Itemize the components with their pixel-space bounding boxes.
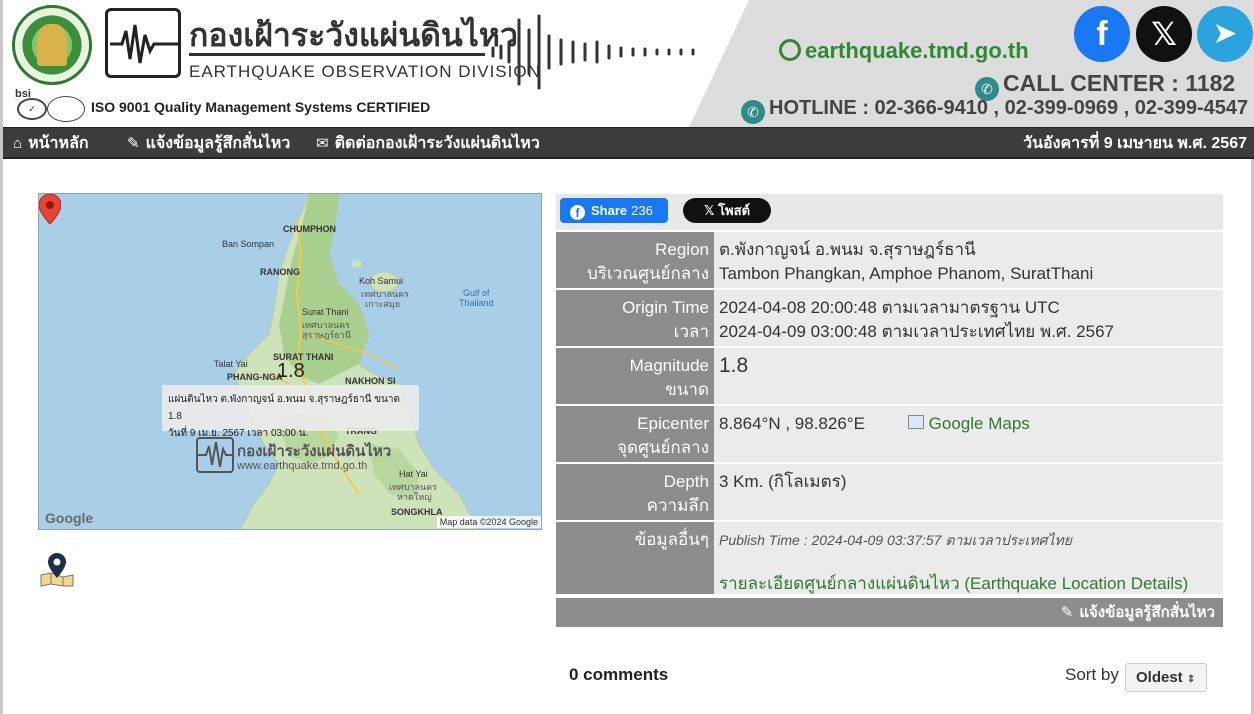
publish-time: Publish Time : 2024-04-09 03:37:57 ตามเว… xyxy=(719,532,1072,548)
epicenter-pin-icon[interactable] xyxy=(39,194,61,224)
facebook-icon[interactable]: f xyxy=(1074,6,1130,62)
map-label-ranong: RANONG xyxy=(260,267,300,277)
other-info-value: Publish Time : 2024-04-09 03:37:57 ตามเว… xyxy=(719,522,1223,594)
nav-contact[interactable]: ✉ ติดต่อกองเฝ้าระวังแผ่นดินไหว xyxy=(316,128,540,160)
row-epicenter: Epicenter จุดศูนย์กลาง 8.864°N , 98.826°E… xyxy=(556,406,1223,464)
seismic-wave-icon xyxy=(491,14,695,90)
epicenter-label: Epicenter จุดศูนย์กลาง xyxy=(556,406,714,462)
map-label-hat-yai: Hat Yai xyxy=(399,469,428,479)
map-label-gulf: Gulf of Thailand xyxy=(459,288,494,308)
phone-icon: ✆ xyxy=(741,100,765,124)
bsi-certification-logo: bsi ✓ xyxy=(15,88,85,122)
map-label-surat-th2: สุราษฎร์ธานี xyxy=(302,330,351,340)
row-region: Region บริเวณศูนย์กลาง ต.พังกาญจน์ อ.พนม … xyxy=(556,232,1223,290)
telegram-icon[interactable]: ➤ xyxy=(1197,6,1253,62)
origin-time-value: 2024-04-08 20:00:48 ตามเวลามาตรฐาน UTC 20… xyxy=(719,298,1114,341)
map-label-hat-yai-th2: หาดใหญ่ xyxy=(397,492,432,502)
site-link[interactable]: earthquake.tmd.go.th xyxy=(779,38,1029,64)
other-info-label: ข้อมูลอื่นๆ xyxy=(556,522,714,594)
image-icon xyxy=(907,415,924,429)
map-label-chumphon: CHUMPHON xyxy=(283,224,336,234)
form-icon: ✎ xyxy=(127,135,140,152)
x-twitter-icon[interactable]: 𝕏 xyxy=(1136,6,1192,62)
page: กองเฝ้าระวังแผ่นดินไหว EARTHQUAKE OBSERV… xyxy=(0,0,1254,714)
envelope-icon: ✉ xyxy=(316,135,329,152)
row-depth: Depth ความลึก 3 Km. (กิโลเมตร) xyxy=(556,464,1223,522)
comments-count: 0 comments xyxy=(569,665,669,684)
nav-report-felt[interactable]: ✎ แจ้งข้อมูลรู้สึกสั่นไหว xyxy=(127,128,290,160)
map-label-koh-samui-th2: เกาะสมุย xyxy=(365,299,401,309)
main-nav: ⌂ หน้าหลัก ✎ แจ้งข้อมูลรู้สึกสั่นไหว ✉ ติดต… xyxy=(3,127,1254,159)
watermark-url: www.earthquake.tmd.go.th xyxy=(237,460,368,472)
x-post-button[interactable]: 𝕏 โพสต์ xyxy=(683,198,771,223)
share-bar: f Share 236 𝕏 โพสต์ xyxy=(556,194,1223,230)
row-magnitude: Magnitude ขนาด 1.8 xyxy=(556,348,1223,406)
site-header: กองเฝ้าระวังแผ่นดินไหว EARTHQUAKE OBSERV… xyxy=(3,0,1254,127)
x-icon: 𝕏 xyxy=(703,203,719,218)
location-details-link[interactable]: รายละเอียดศูนย์กลางแผ่นดินไหว (Earthquak… xyxy=(719,572,1223,596)
map-magnitude-label: 1.8 xyxy=(277,360,305,382)
iso-certification: ISO 9001 Quality Management Systems CERT… xyxy=(91,99,431,115)
map-label-talat-yai: Talat Yai xyxy=(214,359,248,369)
nav-home[interactable]: ⌂ หน้าหลัก xyxy=(13,128,89,160)
header-divider xyxy=(189,53,485,56)
map-label-phang-nga: PHANG-NGA xyxy=(227,372,283,382)
map-pin-icon[interactable] xyxy=(39,553,75,587)
origin-time-label: Origin Time เวลา xyxy=(556,290,714,346)
report-felt-link[interactable]: ✎ แจ้งข้อมูลรู้สึกสั่นไหว xyxy=(556,598,1223,627)
region-value: ต.พังกาญจน์ อ.พนม จ.สุราษฎร์ธานี Tambon P… xyxy=(719,240,1094,283)
home-icon: ⌂ xyxy=(13,135,23,152)
sort-select[interactable]: Oldest ⇕ xyxy=(1125,663,1207,692)
map-caption: แผ่นดินไหว ต.พังกาญจน์ อ.พนม จ.สุราษฎร์ธ… xyxy=(162,385,419,439)
earthquake-map[interactable]: CHUMPHON Ban Sompan RANONG Koh Samui เทศ… xyxy=(38,193,542,530)
map-label-koh-samui: Koh Samui xyxy=(359,276,404,286)
row-other-info: ข้อมูลอื่นๆ Publish Time : 2024-04-09 03… xyxy=(556,522,1223,596)
epicenter-value: 8.864°N , 98.826°E Google Maps xyxy=(719,414,1030,433)
caption-line-1: แผ่นดินไหว ต.พังกาญจน์ อ.พนม จ.สุราษฎร์ธ… xyxy=(168,394,400,422)
sort-label: Sort by xyxy=(1065,665,1119,684)
google-maps-link[interactable]: Google Maps xyxy=(907,414,1030,433)
seismograph-logo-icon xyxy=(105,8,181,78)
hotline: ✆ HOTLINE : 02-366-9410 , 02-399-0969 , 0… xyxy=(741,97,1248,124)
depth-value: 3 Km. (กิโลเมตร) xyxy=(719,472,847,491)
cursor-icon xyxy=(779,39,801,61)
magnitude-value: 1.8 xyxy=(719,354,749,377)
tmd-logo[interactable] xyxy=(12,5,92,85)
depth-label: Depth ความลึก xyxy=(556,464,714,520)
map-label-surat-thani: Surat Thani xyxy=(302,307,349,317)
sort-arrows-icon: ⇕ xyxy=(1186,674,1196,685)
row-origin-time: Origin Time เวลา 2024-04-08 20:00:48 ตามเ… xyxy=(556,290,1223,348)
map-label-songkhla: SONGKHLA xyxy=(391,507,443,517)
map-label-ban-sompan: Ban Sompan xyxy=(222,239,275,249)
magnitude-label: Magnitude ขนาด xyxy=(556,348,714,404)
map-attribution[interactable]: Map data ©2024 Google xyxy=(436,516,541,528)
facebook-share-button[interactable]: f Share 236 xyxy=(560,198,668,223)
form-icon: ✎ xyxy=(1060,604,1074,621)
region-label: Region บริเวณศูนย์กลาง xyxy=(556,232,714,288)
google-logo: Google xyxy=(45,510,94,526)
watermark-logo-icon xyxy=(196,437,234,473)
facebook-icon: f xyxy=(570,205,585,220)
current-date: วันอังคารที่ 9 เมษายน พ.ศ. 2567 xyxy=(1023,135,1247,152)
